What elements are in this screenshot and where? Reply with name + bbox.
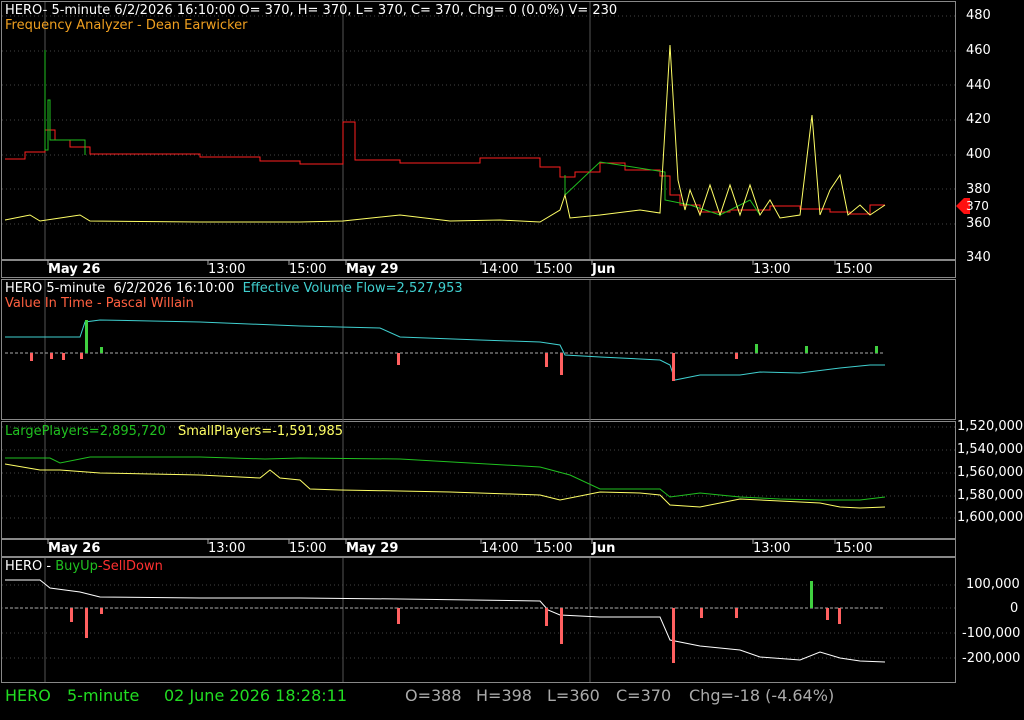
buy-sell-bar — [545, 608, 548, 626]
panel-frames — [1, 1, 956, 683]
y-tick: 0 — [1010, 601, 1019, 616]
volume-bar — [805, 346, 808, 353]
y-tick: 1,560,000 — [957, 465, 1024, 480]
status-symbol: HERO — [5, 686, 51, 705]
volume-bar — [545, 353, 548, 367]
y-tick: -200,000 — [962, 651, 1021, 666]
y-tick: 400 — [966, 147, 991, 162]
panel2-header-prefix: HERO 5-minute 6/2/2026 16:10:00 — [5, 281, 235, 296]
price-series — [5, 121, 885, 215]
price-tag-label: 370 — [966, 199, 989, 213]
small-players-label: SmallPlayers=-1,591,985 — [178, 424, 344, 439]
status-interval: 5-minute — [67, 686, 140, 705]
status-datetime: 02 June 2026 18:28:11 — [164, 686, 348, 705]
time-label: 13:00 — [753, 262, 791, 277]
grid-lines — [2, 2, 955, 682]
panel2-subtitle: Value In Time - Pascal Willain — [5, 296, 194, 311]
y-tick: 420 — [966, 112, 991, 127]
volume-bar — [560, 353, 563, 375]
buy-sell-cumulative-series — [5, 579, 886, 663]
time-label: Jun — [592, 262, 616, 277]
volume-bar — [397, 353, 400, 365]
buy-sell-bar — [672, 608, 675, 663]
y-tick: 380 — [966, 182, 991, 197]
buy-up-label: BuyUp — [55, 559, 98, 574]
time-label: May 29 — [346, 541, 399, 556]
time-label: Jun — [592, 541, 616, 556]
y-tick: 1,600,000 — [957, 510, 1024, 525]
y-tick: 440 — [966, 78, 991, 93]
time-label: 14:00 — [481, 262, 519, 277]
y-tick: 1,520,000 — [957, 419, 1024, 434]
buy-sell-bar — [397, 608, 400, 624]
buy-sell-bar — [700, 608, 703, 618]
volume-flow-series — [5, 319, 885, 381]
time-label: 13:00 — [753, 541, 791, 556]
volume-bar — [85, 320, 88, 353]
buy-sell-bar — [560, 608, 563, 644]
time-label: 15:00 — [289, 262, 327, 277]
panel2-header: HERO 5-minute 6/2/2026 16:10:00 Effectiv… — [5, 281, 463, 296]
buy-sell-bar — [70, 608, 73, 622]
y-tick: -100,000 — [962, 626, 1021, 641]
time-label: 15:00 — [535, 262, 573, 277]
small-players-series — [4, 463, 886, 509]
buy-sell-bar — [826, 608, 829, 620]
volume-bar — [50, 353, 53, 359]
large-players-series — [5, 456, 886, 501]
sell-down-label: SellDown — [102, 559, 163, 574]
frequency-series — [4, 44, 886, 223]
chart-canvas[interactable] — [0, 0, 1024, 720]
panel4-title: HERO - BuyUp-SellDown — [5, 559, 163, 574]
volume-bar — [735, 353, 738, 359]
time-label: 15:00 — [535, 541, 573, 556]
buy-sell-bar — [810, 581, 813, 608]
status-close: C=370 — [616, 686, 672, 705]
status-low: L=360 — [547, 686, 600, 705]
buy-sell-bar — [838, 608, 841, 624]
volume-bar — [755, 344, 758, 353]
panel4-title-prefix: HERO - — [5, 559, 56, 574]
effective-volume-flow-value: Effective Volume Flow=2,527,953 — [242, 281, 463, 296]
volume-bar — [30, 353, 33, 361]
y-tick: 100,000 — [966, 577, 1020, 592]
chart-window[interactable]: HERO- 5-minute 6/2/2026 16:10:00 O= 370,… — [0, 0, 1024, 720]
y-tick: 340 — [966, 250, 991, 265]
time-label: 15:00 — [835, 541, 873, 556]
time-label: 15:00 — [289, 541, 327, 556]
time-label: May 26 — [48, 262, 101, 277]
volume-bar — [100, 347, 103, 353]
time-label: May 29 — [346, 262, 399, 277]
y-tick: 480 — [966, 8, 991, 23]
volume-bar — [875, 346, 878, 353]
volume-up-series — [44, 50, 86, 155]
time-label: May 26 — [48, 541, 101, 556]
status-open: O=388 — [405, 686, 462, 705]
buy-sell-bar — [100, 608, 103, 614]
time-label: 14:00 — [481, 541, 519, 556]
buy-sell-bar — [735, 608, 738, 618]
large-players-label: LargePlayers=2,895,720 — [5, 424, 166, 439]
time-label: 15:00 — [835, 262, 873, 277]
volume-bar — [80, 353, 83, 359]
volume-bar — [62, 353, 65, 360]
panel1-header: HERO- 5-minute 6/2/2026 16:10:00 O= 370,… — [5, 3, 618, 18]
buy-sell-bar — [85, 608, 88, 638]
volume-bar — [672, 353, 675, 381]
time-label: 13:00 — [208, 262, 246, 277]
status-change: Chg=-18 (-4.64%) — [689, 686, 835, 705]
y-tick: 1,540,000 — [957, 442, 1024, 457]
y-tick: 460 — [966, 43, 991, 58]
y-tick: 1,580,000 — [957, 488, 1024, 503]
status-high: H=398 — [476, 686, 532, 705]
panel1-subtitle: Frequency Analyzer - Dean Earwicker — [5, 18, 248, 33]
y-tick: 360 — [966, 216, 991, 231]
time-label: 13:00 — [208, 541, 246, 556]
